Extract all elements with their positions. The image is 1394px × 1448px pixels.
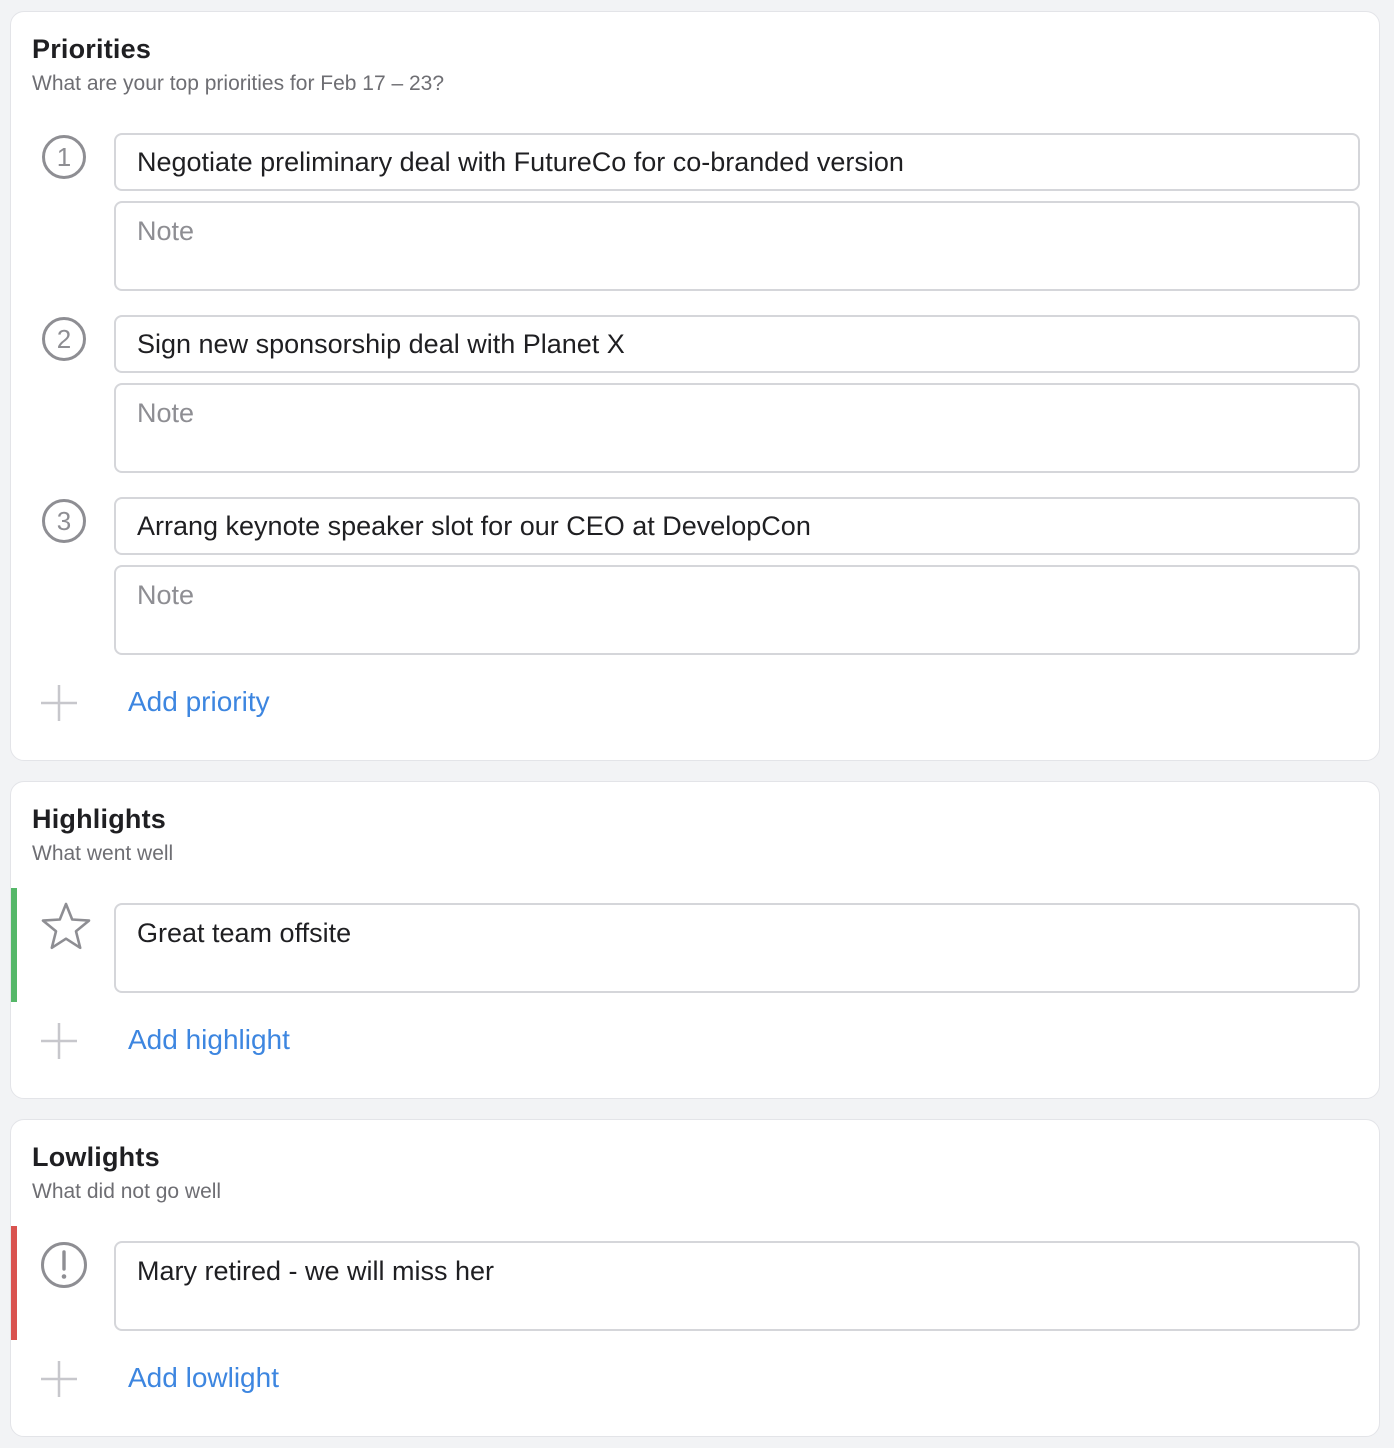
priority-number: 1 (57, 142, 71, 172)
add-lowlight-button[interactable]: Add lowlight (128, 1362, 279, 1394)
highlights-subtitle: What went well (32, 842, 174, 865)
exclamation-circle-icon[interactable] (39, 1240, 89, 1290)
priority-1-text: Negotiate preliminary deal with FutureCo… (137, 147, 904, 177)
priority-1-note-placeholder: Note (137, 216, 195, 246)
priority-3-text: Arrang keynote speaker slot for our CEO … (137, 511, 811, 541)
priorities-card: Priorities What are your top priorities … (10, 11, 1380, 761)
number-3-icon: 3 (42, 499, 86, 543)
lowlights-title: Lowlights (32, 1142, 160, 1172)
priority-3-note-input[interactable]: Note (114, 565, 1360, 655)
highlight-1-input[interactable]: Great team offsite (114, 903, 1360, 993)
highlight-accent-bar (11, 888, 17, 1002)
number-2-icon: 2 (42, 317, 86, 361)
priority-3-note-placeholder: Note (137, 580, 195, 610)
priority-number: 2 (57, 324, 71, 354)
lowlight-accent-bar (11, 1226, 17, 1340)
priorities-title: Priorities (32, 34, 152, 64)
plus-icon[interactable] (39, 683, 79, 723)
add-priority-button[interactable]: Add priority (128, 686, 270, 718)
plus-icon[interactable] (39, 1021, 79, 1061)
highlights-title: Highlights (32, 804, 166, 834)
priority-2-text: Sign new sponsorship deal with Planet X (137, 329, 625, 359)
add-highlight-button[interactable]: Add highlight (128, 1024, 290, 1056)
lowlight-1-text: Mary retired - we will miss her (137, 1256, 495, 1286)
plus-icon[interactable] (39, 1359, 79, 1399)
lowlights-subtitle: What did not go well (32, 1180, 222, 1203)
highlight-1-text: Great team offsite (137, 918, 352, 948)
priority-1-input[interactable]: Negotiate preliminary deal with FutureCo… (114, 133, 1360, 191)
priority-number: 3 (57, 506, 71, 536)
priorities-subtitle: What are your top priorities for Feb 17 … (32, 72, 445, 95)
priority-1-note-input[interactable]: Note (114, 201, 1360, 291)
highlights-card: Highlights What went well Great team off… (10, 781, 1380, 1099)
priority-2-note-input[interactable]: Note (114, 383, 1360, 473)
priority-2-note-placeholder: Note (137, 398, 195, 428)
lowlight-1-input[interactable]: Mary retired - we will miss her (114, 1241, 1360, 1331)
star-icon[interactable] (39, 900, 93, 954)
priority-3-input[interactable]: Arrang keynote speaker slot for our CEO … (114, 497, 1360, 555)
priority-2-input[interactable]: Sign new sponsorship deal with Planet X (114, 315, 1360, 373)
number-1-icon: 1 (42, 135, 86, 179)
lowlights-card: Lowlights What did not go well Mary reti… (10, 1119, 1380, 1437)
